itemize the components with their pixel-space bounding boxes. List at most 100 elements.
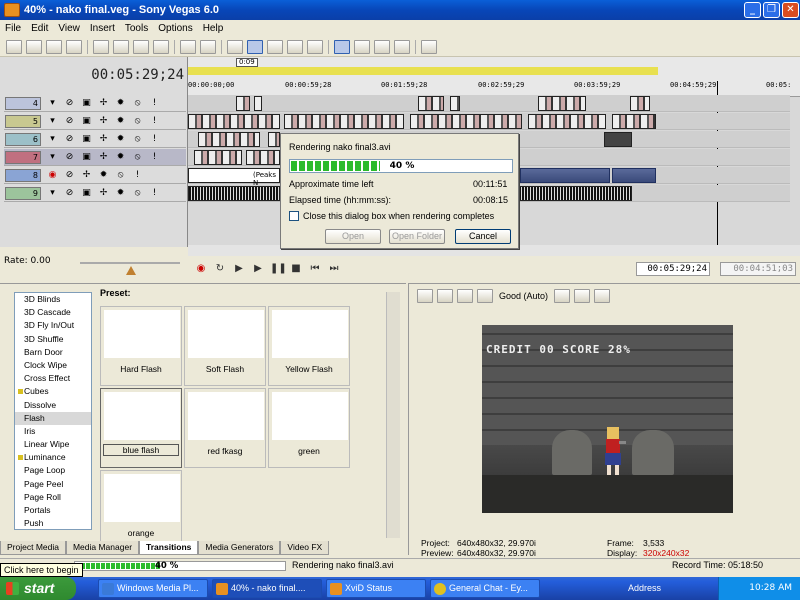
lock-envelopes-icon[interactable]	[394, 39, 410, 54]
motion-icon[interactable]: ✢	[98, 98, 109, 109]
taskbar-item[interactable]: General Chat - Ey...	[430, 579, 540, 598]
transition-item[interactable]: 3D Shuffle	[15, 333, 91, 346]
mute-icon[interactable]: ⊘	[64, 152, 75, 163]
motion-icon[interactable]: ✢	[98, 134, 109, 145]
transition-item[interactable]: Iris	[15, 425, 91, 438]
save-snapshot-icon[interactable]	[594, 289, 611, 303]
alert-icon[interactable]: !	[149, 152, 160, 163]
taskbar-item[interactable]: Windows Media Pl...	[98, 579, 208, 598]
transition-item[interactable]: Clock Wipe	[15, 359, 91, 372]
tab-project-media[interactable]: Project Media	[0, 541, 66, 555]
play-icon[interactable]: ▶	[251, 263, 265, 276]
transition-item[interactable]: Barn Door	[15, 346, 91, 359]
cut-icon[interactable]	[93, 39, 109, 54]
expand-icon[interactable]: ▾	[47, 152, 58, 163]
menu-help[interactable]: Help	[198, 23, 229, 34]
start-button[interactable]: start	[0, 577, 76, 600]
snapping-icon[interactable]	[334, 39, 350, 54]
alert-icon[interactable]: !	[149, 188, 160, 199]
record-icon[interactable]: ◉	[194, 263, 208, 276]
zoom-tool-icon[interactable]	[307, 39, 323, 54]
expand-icon[interactable]: ▾	[47, 134, 58, 145]
transition-item[interactable]: Portals	[15, 504, 91, 517]
transition-item[interactable]: Dissolve	[15, 399, 91, 412]
fx-icon[interactable]: ✹	[115, 134, 126, 145]
go-to-start-icon[interactable]: ⏮	[308, 263, 322, 276]
external-monitor-icon[interactable]	[437, 289, 453, 303]
alert-icon[interactable]: !	[149, 134, 160, 145]
track-lane[interactable]	[188, 113, 790, 130]
preset-tile[interactable]: blue flash	[100, 388, 182, 468]
transition-item[interactable]: Luminance	[15, 451, 91, 464]
transition-item[interactable]: 3D Fly In/Out	[15, 319, 91, 332]
mute-icon[interactable]: ⊘	[64, 116, 75, 127]
composite-icon[interactable]: ▣	[81, 98, 92, 109]
menu-insert[interactable]: Insert	[85, 23, 120, 34]
expand-icon[interactable]: ▾	[47, 188, 58, 199]
solo-icon[interactable]: ⦸	[132, 116, 143, 127]
taskbar-item[interactable]: XviD Status	[326, 579, 426, 598]
transition-list[interactable]: 3D Blinds 3D Cascade 3D Fly In/Out 3D Shuff…	[14, 292, 92, 530]
fx-icon[interactable]: ✹	[115, 152, 126, 163]
stop-icon[interactable]: ■	[289, 263, 303, 276]
whats-this-help-icon[interactable]	[421, 39, 437, 54]
overlays-icon[interactable]	[554, 289, 571, 303]
preset-tile[interactable]: red fkasg	[184, 388, 266, 468]
track-header[interactable]: 7 ▾ ⊘ ▣ ✢ ✹ ⦸!	[4, 149, 186, 166]
undo-icon[interactable]	[180, 39, 196, 54]
mute-icon[interactable]: ⊘	[64, 98, 75, 109]
open-icon[interactable]	[26, 39, 42, 54]
delete-icon[interactable]	[153, 39, 169, 54]
preset-tile[interactable]: Yellow Flash	[268, 306, 350, 386]
track-header[interactable]: 6 ▾ ⊘ ▣ ✢ ✹ ⦸!	[4, 131, 186, 148]
preset-vertical-scrollbar[interactable]	[386, 292, 400, 538]
solo-icon[interactable]: ⦸	[115, 170, 126, 181]
new-icon[interactable]	[6, 39, 22, 54]
preset-tile[interactable]: Soft Flash	[184, 306, 266, 386]
expand-icon[interactable]: ▾	[47, 116, 58, 127]
composite-icon[interactable]: ▣	[81, 116, 92, 127]
solo-icon[interactable]: ⦸	[132, 152, 143, 163]
menu-file[interactable]: File	[0, 23, 26, 34]
rate-slider[interactable]	[80, 262, 180, 264]
menu-tools[interactable]: Tools	[120, 23, 153, 34]
track-header[interactable]: 8 ◉ ⊘ ✢ ✹ ⦸!	[4, 167, 186, 184]
close-button[interactable]: ✕	[782, 2, 799, 18]
fx-icon[interactable]: ✹	[115, 116, 126, 127]
tab-video-fx[interactable]: Video FX	[280, 541, 330, 555]
save-icon[interactable]	[46, 39, 62, 54]
copy-icon[interactable]	[113, 39, 129, 54]
motion-icon[interactable]: ✢	[98, 116, 109, 127]
transition-item[interactable]: Flash	[15, 411, 91, 425]
minimize-button[interactable]: _	[744, 2, 761, 18]
tab-transitions[interactable]: Transitions	[139, 541, 199, 555]
preset-tile[interactable]: green	[268, 388, 350, 468]
tab-media-generators[interactable]: Media Generators	[198, 541, 281, 555]
record-arm-icon[interactable]: ◉	[47, 170, 58, 181]
motion-icon[interactable]: ✢	[98, 188, 109, 199]
address-toolbar-label[interactable]: Address	[628, 583, 661, 593]
preview-quality-select[interactable]: Good (Auto)	[499, 291, 548, 301]
transition-item[interactable]: Cubes	[15, 385, 91, 398]
alert-icon[interactable]: !	[132, 170, 143, 181]
copy-snapshot-icon[interactable]	[574, 289, 591, 303]
transition-item[interactable]: Linear Wipe	[15, 438, 91, 451]
preset-tile[interactable]: Hard Flash	[100, 306, 182, 386]
track-header[interactable]: 5 ▾ ⊘ ▣ ✢ ✹ ⦸!	[4, 113, 186, 130]
selection-tool-icon[interactable]	[287, 39, 303, 54]
transition-item[interactable]: 3D Blinds	[15, 293, 91, 306]
render-icon[interactable]	[227, 39, 243, 54]
fx-icon[interactable]: ✹	[115, 188, 126, 199]
paste-icon[interactable]	[133, 39, 149, 54]
marker-flag[interactable]: 0:09	[236, 58, 258, 67]
go-to-end-icon[interactable]: ⏭	[327, 263, 341, 276]
menu-options[interactable]: Options	[153, 23, 197, 34]
rate-slider-thumb[interactable]	[126, 266, 136, 275]
taskbar-item[interactable]: 40% - nako final....	[212, 579, 322, 598]
solo-icon[interactable]: ⦸	[132, 98, 143, 109]
title-bar[interactable]: 40% - nako final.veg - Sony Vegas 6.0 _ …	[0, 0, 800, 20]
transition-item[interactable]: Cross Effect	[15, 372, 91, 385]
loop-region-bar[interactable]	[188, 67, 658, 75]
cancel-button[interactable]: Cancel	[455, 229, 511, 244]
fx-icon[interactable]: ✹	[115, 98, 126, 109]
